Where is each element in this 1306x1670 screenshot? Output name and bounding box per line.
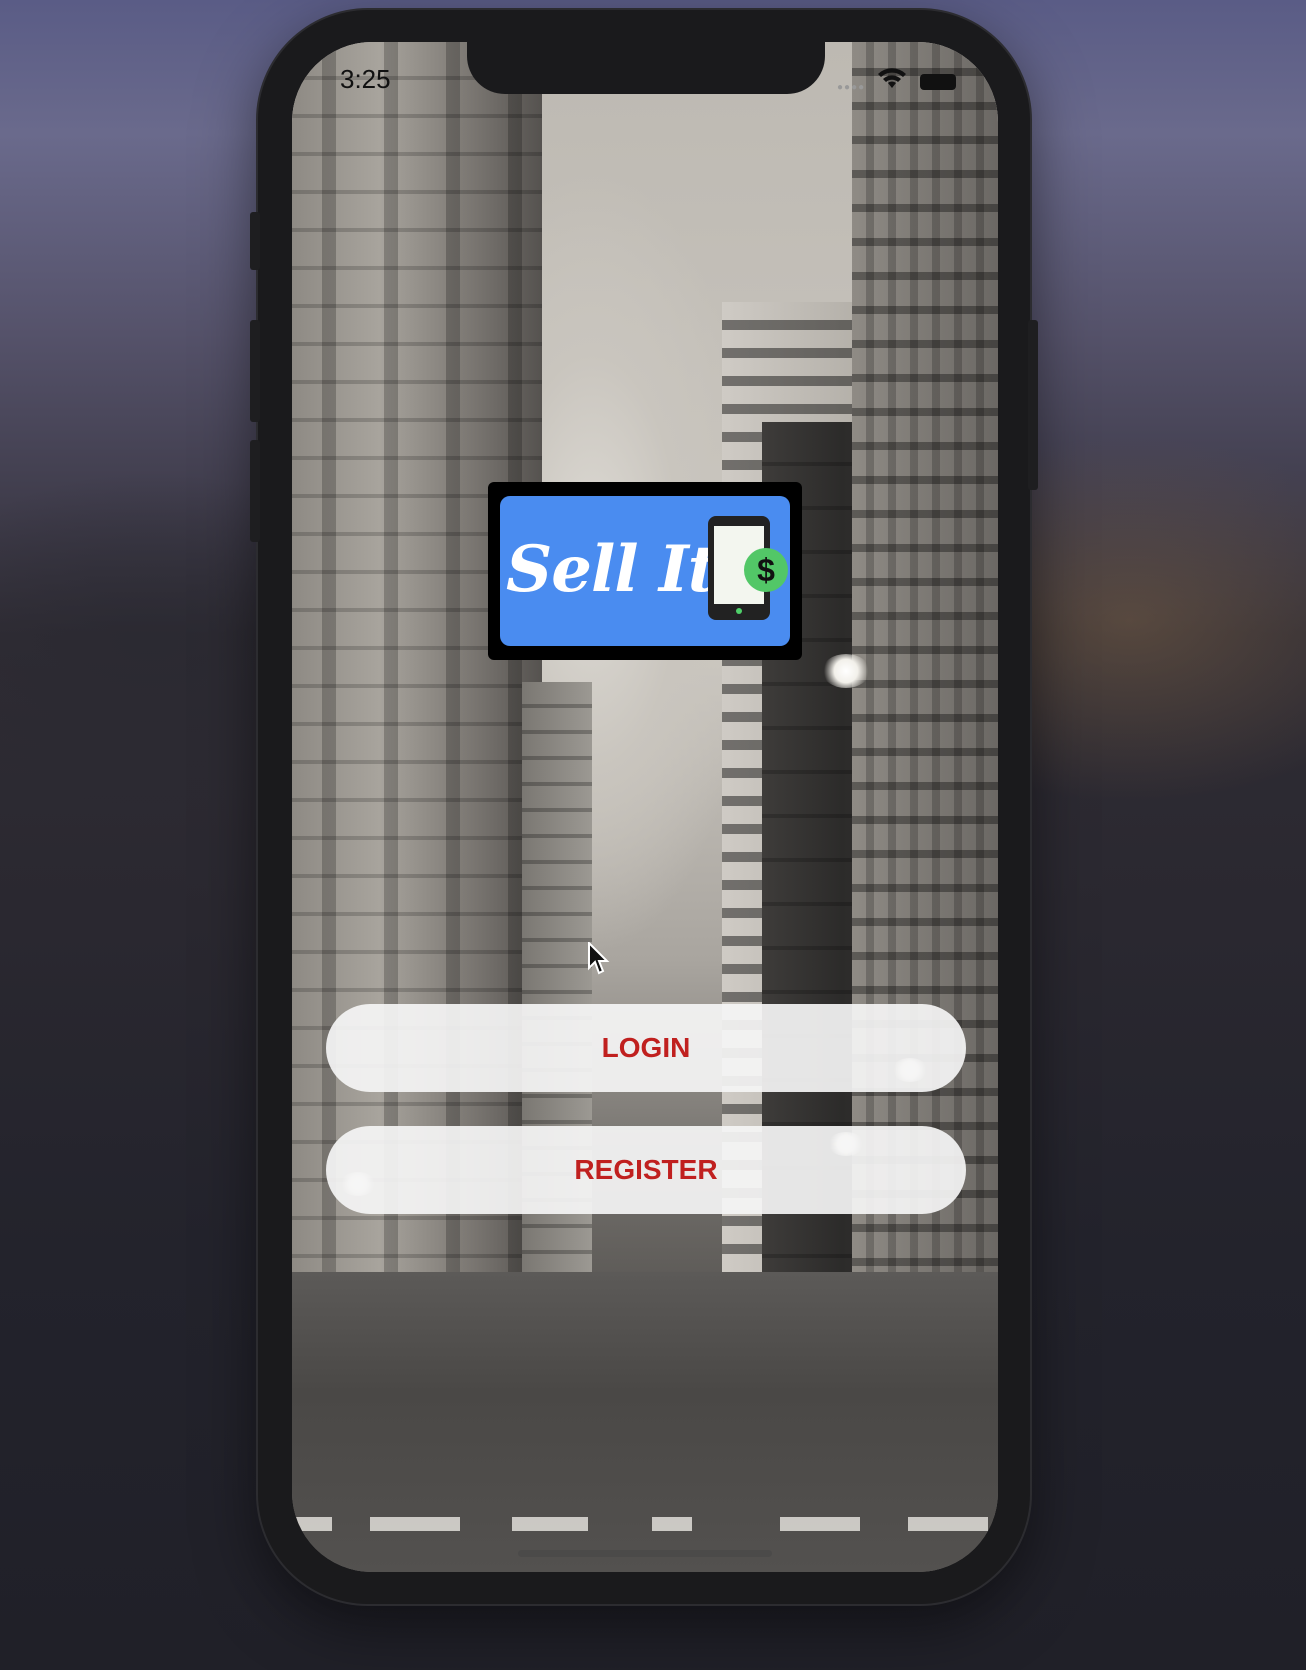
battery-icon: [920, 74, 956, 90]
crosswalk-stripe: [652, 1517, 692, 1531]
logo-background: Sell It $: [500, 496, 790, 646]
mouse-cursor-icon: [588, 942, 610, 975]
building-right: [852, 42, 998, 1442]
phone-notch: [467, 42, 825, 94]
street-light: [822, 654, 870, 688]
register-button[interactable]: REGISTER: [326, 1126, 966, 1214]
app-logo: Sell It $: [488, 482, 802, 660]
wifi-icon: [878, 68, 906, 88]
home-indicator[interactable]: [518, 1550, 772, 1557]
login-button[interactable]: LOGIN: [326, 1004, 966, 1092]
logo-text: Sell It: [506, 532, 717, 607]
phone-volume-up-button: [250, 320, 260, 422]
phone-power-button: [1028, 320, 1038, 490]
crosswalk-stripe: [780, 1517, 860, 1531]
crosswalk-stripe: [292, 1517, 332, 1531]
crosswalk-stripe: [370, 1517, 460, 1531]
building-left: [292, 42, 542, 1432]
crosswalk-stripe: [908, 1517, 988, 1531]
signal-icon: ●●●●: [837, 82, 866, 93]
phone-silent-switch: [250, 212, 260, 270]
phone-volume-down-button: [250, 440, 260, 542]
crosswalk-stripe: [512, 1517, 588, 1531]
dollar-badge-icon: $: [744, 548, 788, 592]
status-bar-time: 3:25: [340, 64, 391, 94]
logo-phone-home-dot: [736, 608, 742, 614]
app-screen: 3:25 ●●●● Sell It $ LOGIN REGISTER: [292, 42, 998, 1572]
